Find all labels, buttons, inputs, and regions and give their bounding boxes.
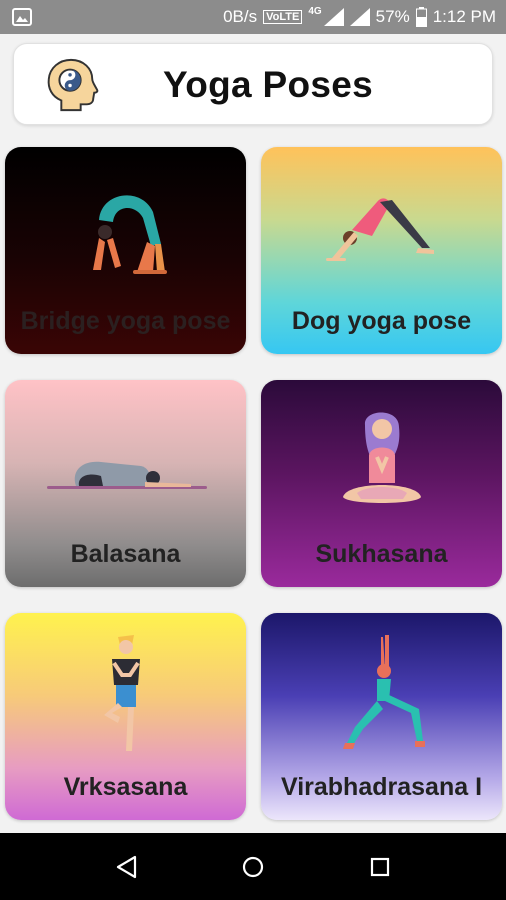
network-speed: 0B/s [223, 7, 258, 26]
pose-label: Sukhasana [315, 540, 448, 568]
home-icon[interactable] [237, 851, 269, 883]
network-type: 4G [308, 6, 322, 17]
signal-icon-2 [349, 8, 370, 26]
pose-card-dog[interactable]: Dog yoga pose [261, 147, 502, 354]
battery-percent: 57% [375, 7, 410, 26]
header-card: Yoga Poses [13, 43, 493, 125]
clock: 1:12 PM [432, 7, 496, 26]
pose-label: Virabhadrasana I [280, 773, 483, 801]
battery-icon [415, 7, 427, 27]
downward-dog-figure [325, 198, 434, 261]
pose-card-sukhasana[interactable]: Sukhasana [261, 380, 502, 587]
tree-pose-figure [103, 635, 140, 751]
child-pose-figure [46, 461, 207, 489]
pose-label: Vrksasana [63, 773, 188, 801]
easy-pose-meditation-figure [342, 412, 421, 503]
bridge-pose-figure [92, 195, 167, 274]
page-title: Yoga Poses [162, 64, 373, 105]
pose-card-virabhadrasana[interactable]: Virabhadrasana I [261, 613, 502, 820]
pose-card-vrksasana[interactable]: Vrksasana [5, 613, 246, 820]
back-icon[interactable] [111, 851, 143, 883]
gallery-notification-icon [12, 8, 32, 26]
warrior-pose-figure [342, 635, 425, 749]
pose-label: Bridge yoga pose [20, 307, 231, 335]
recents-icon[interactable] [364, 851, 396, 883]
volte-badge: VoLTE [263, 10, 303, 24]
pose-label: Balasana [70, 540, 181, 568]
pose-card-balasana[interactable]: Balasana [5, 380, 246, 587]
status-bar: 0B/s VoLTE 4G 57% 1:12 PM [0, 0, 506, 34]
pose-card-bridge[interactable]: Bridge yoga pose [5, 147, 246, 354]
signal-icon [323, 8, 344, 26]
pose-label: Dog yoga pose [291, 307, 472, 335]
navigation-bar [0, 833, 506, 900]
